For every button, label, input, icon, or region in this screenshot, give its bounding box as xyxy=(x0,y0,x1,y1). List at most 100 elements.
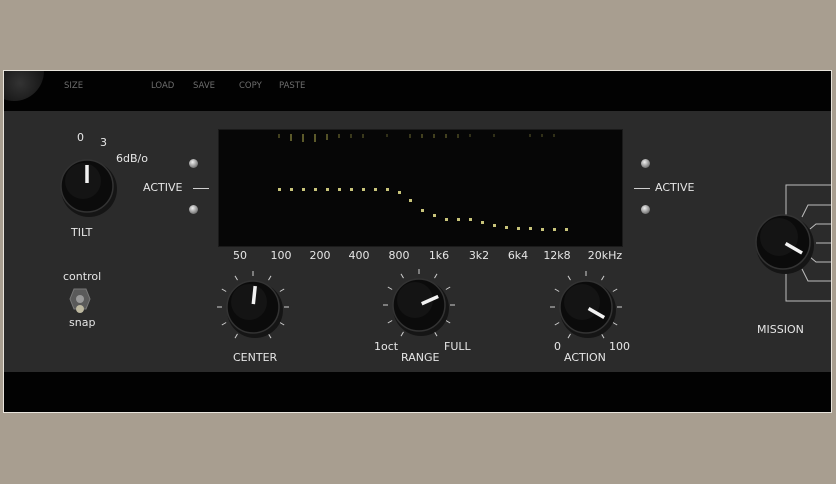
meter-bar xyxy=(409,134,412,138)
meter-bar xyxy=(385,134,388,137)
range-label: RANGE xyxy=(401,351,440,364)
center-label: CENTER xyxy=(233,351,278,364)
active-right-line xyxy=(634,188,650,189)
knob-tick xyxy=(400,273,404,279)
knob-tick xyxy=(567,333,571,339)
knob-tick xyxy=(234,275,238,281)
active-left-line xyxy=(193,188,209,189)
frequency-label: 400 xyxy=(348,249,370,262)
eq-curve-point xyxy=(469,217,473,221)
tilt-label: TILT xyxy=(71,226,93,239)
center-knob[interactable] xyxy=(208,262,298,352)
knob-tick xyxy=(279,322,285,326)
meter-bar xyxy=(421,134,424,139)
eq-curve-point xyxy=(397,191,401,195)
knob-tick xyxy=(434,331,438,337)
eq-curve-point xyxy=(493,223,497,227)
knob-tick xyxy=(387,286,393,290)
meter-bar xyxy=(301,134,304,142)
meter-bar xyxy=(325,134,328,140)
led-right-top xyxy=(641,159,650,168)
copy-button[interactable]: COPY xyxy=(239,81,262,91)
paste-button[interactable]: PASTE xyxy=(279,81,305,91)
led-left-top xyxy=(189,159,198,168)
knob-tick xyxy=(221,322,227,326)
eq-curve-point xyxy=(289,188,293,191)
eq-curve-point xyxy=(337,188,341,191)
action-min-label: 0 xyxy=(554,340,561,353)
action-knob[interactable] xyxy=(541,262,631,352)
tilt-scale-0: 0 xyxy=(77,131,84,144)
knob-tick xyxy=(400,331,404,337)
knob-tick xyxy=(268,275,272,281)
meter-bar xyxy=(337,134,340,139)
meter-bar xyxy=(493,134,496,137)
knob-tick xyxy=(387,320,393,324)
save-button[interactable]: SAVE xyxy=(193,81,215,91)
knob-tick xyxy=(279,288,285,292)
range-max-label: FULL xyxy=(444,340,471,353)
tilt-scale-3: 3 xyxy=(100,136,107,149)
mission-knob[interactable] xyxy=(738,197,828,287)
knob-tick xyxy=(434,273,438,279)
eq-curve-point xyxy=(433,214,437,218)
eq-curve-point xyxy=(552,227,556,231)
frequency-label: 50 xyxy=(233,249,247,262)
meter-bar xyxy=(552,134,555,137)
eq-curve-point xyxy=(349,188,353,191)
knob-tick xyxy=(221,288,227,292)
active-right-label[interactable]: ACTIVE xyxy=(655,181,694,194)
eq-curve-point xyxy=(421,209,425,213)
meter-bar xyxy=(445,134,448,139)
logo-swoosh xyxy=(4,71,44,101)
bottom-bar xyxy=(4,372,831,412)
knob-tick xyxy=(445,286,451,290)
frequency-label: 12k8 xyxy=(543,249,571,262)
mission-label: MISSION xyxy=(757,323,804,336)
active-left-label[interactable]: ACTIVE xyxy=(143,181,182,194)
frequency-label: 3k2 xyxy=(468,249,490,262)
meter-bar xyxy=(313,134,316,142)
range-knob[interactable] xyxy=(374,260,464,350)
meter-bar xyxy=(528,134,531,137)
eq-curve-point xyxy=(540,227,544,231)
range-min-label: 1oct xyxy=(374,340,399,353)
frequency-label: 6k4 xyxy=(507,249,529,262)
eq-curve-point xyxy=(325,188,329,191)
meter-bar xyxy=(278,134,280,139)
eq-display xyxy=(218,129,623,247)
meter-bar xyxy=(349,134,352,138)
eq-curve-point xyxy=(385,188,389,191)
knob-tick xyxy=(601,275,605,281)
frequency-label: 100 xyxy=(270,249,292,262)
eq-curve-point xyxy=(445,217,449,221)
eq-curve-point xyxy=(517,226,520,230)
meter-bar xyxy=(289,134,292,141)
meter-bar xyxy=(361,134,364,138)
eq-curve-point xyxy=(361,188,365,191)
frequency-label: 200 xyxy=(309,249,331,262)
led-right-bottom xyxy=(641,205,650,214)
action-max-label: 100 xyxy=(609,340,630,353)
knob-tick xyxy=(601,333,605,339)
plugin-window: SIZE LOAD SAVE COPY PASTE 0 3 6dB/o TILT… xyxy=(3,70,832,413)
knob-tick xyxy=(268,333,272,339)
eq-curve-point xyxy=(457,217,461,221)
load-button[interactable]: LOAD xyxy=(151,81,174,91)
switch-bottom-label: snap xyxy=(69,316,96,329)
control-snap-toggle-switch[interactable] xyxy=(69,287,91,317)
switch-top-label: control xyxy=(63,270,102,283)
knob-tick xyxy=(234,333,238,339)
top-menu-bar: SIZE LOAD SAVE COPY PASTE xyxy=(4,71,831,111)
eq-curve-point xyxy=(481,221,485,224)
meter-bar xyxy=(540,134,543,137)
eq-curve-point xyxy=(278,188,281,191)
size-button[interactable]: SIZE xyxy=(64,81,83,91)
knob-pointer xyxy=(251,285,257,305)
eq-curve-point xyxy=(528,226,532,230)
frequency-label: 20kHz xyxy=(587,249,623,262)
meter-bar xyxy=(433,134,436,139)
eq-curve-point xyxy=(409,198,413,202)
meter-bar xyxy=(469,134,472,137)
eq-curve-point xyxy=(505,226,509,230)
